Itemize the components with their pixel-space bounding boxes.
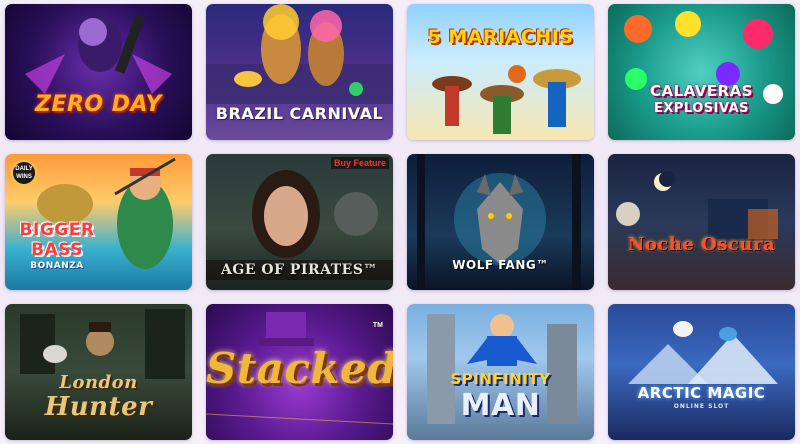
- game-title-line-2: Hunter: [44, 392, 153, 422]
- game-subtitle: BONANZA: [30, 261, 84, 271]
- game-title-line-1: CALAVERAS: [649, 82, 754, 100]
- game-subtitle: ONLINE SLOT: [673, 403, 730, 410]
- trademark: TM: [372, 322, 383, 329]
- game-title: AGE OF PIRATES™: [206, 260, 393, 280]
- daily-wins-badge: DAILY WINS: [11, 160, 37, 186]
- game-art-figure: [616, 171, 778, 239]
- game-tile-london-hunter[interactable]: London Hunter: [5, 304, 192, 440]
- badge-line-2: WINS: [16, 174, 32, 180]
- game-tile-calaveras-explosivas[interactable]: CALAVERAS EXPLOSIVAS: [608, 4, 795, 140]
- game-title-line-2: EXPLOSIVAS: [653, 101, 750, 116]
- game-title: WOLF FANG™: [452, 258, 549, 272]
- buy-feature-badge: Buy Feature: [330, 157, 389, 169]
- game-tile-wolf-fang[interactable]: WOLF FANG™: [407, 154, 594, 290]
- game-title: BRAZIL CARNIVAL: [215, 104, 384, 123]
- game-art-figure: [25, 14, 172, 94]
- game-title: ZERO DAY: [35, 92, 162, 117]
- game-tile-spinfinity-man[interactable]: SPINFINITY MAN: [407, 304, 594, 440]
- game-grid: ZERO DAY BRAZIL CARNIVAL 5 MARIACHIS CAL…: [0, 0, 800, 444]
- game-tile-arctic-magic[interactable]: ARCTIC MAGIC ONLINE SLOT: [608, 304, 795, 440]
- game-tile-noche-oscura[interactable]: Noche Oscura: [608, 154, 795, 290]
- game-title: 5 MARIACHIS: [427, 26, 574, 48]
- game-title-line-1: London: [59, 372, 138, 393]
- game-title-line-1: BIGGER: [19, 220, 95, 240]
- game-title: Stacked: [206, 344, 393, 393]
- game-art-figure: [624, 11, 783, 104]
- game-tile-stacked[interactable]: Stacked TM: [206, 304, 393, 440]
- game-title-line-1: SPINFINITY: [450, 370, 551, 388]
- game-art-figure: [432, 65, 581, 134]
- game-tile-bigger-bass-bonanza[interactable]: DAILY WINS BIGGER BASS BONANZA: [5, 154, 192, 290]
- game-title: Noche Oscura: [627, 234, 776, 255]
- game-tile-5-mariachis[interactable]: 5 MARIACHIS: [407, 4, 594, 140]
- game-title: ARCTIC MAGIC: [637, 384, 766, 402]
- game-tile-brazil-carnival[interactable]: BRAZIL CARNIVAL: [206, 4, 393, 140]
- badge-line-1: DAILY: [15, 166, 33, 172]
- game-title-line-2: MAN: [460, 388, 541, 423]
- game-tile-age-of-pirates[interactable]: Buy Feature AGE OF PIRATES™: [206, 154, 393, 290]
- game-tile-zero-day[interactable]: ZERO DAY: [5, 4, 192, 140]
- game-art-figure: [628, 321, 778, 384]
- game-title-line-2: BASS: [31, 240, 83, 260]
